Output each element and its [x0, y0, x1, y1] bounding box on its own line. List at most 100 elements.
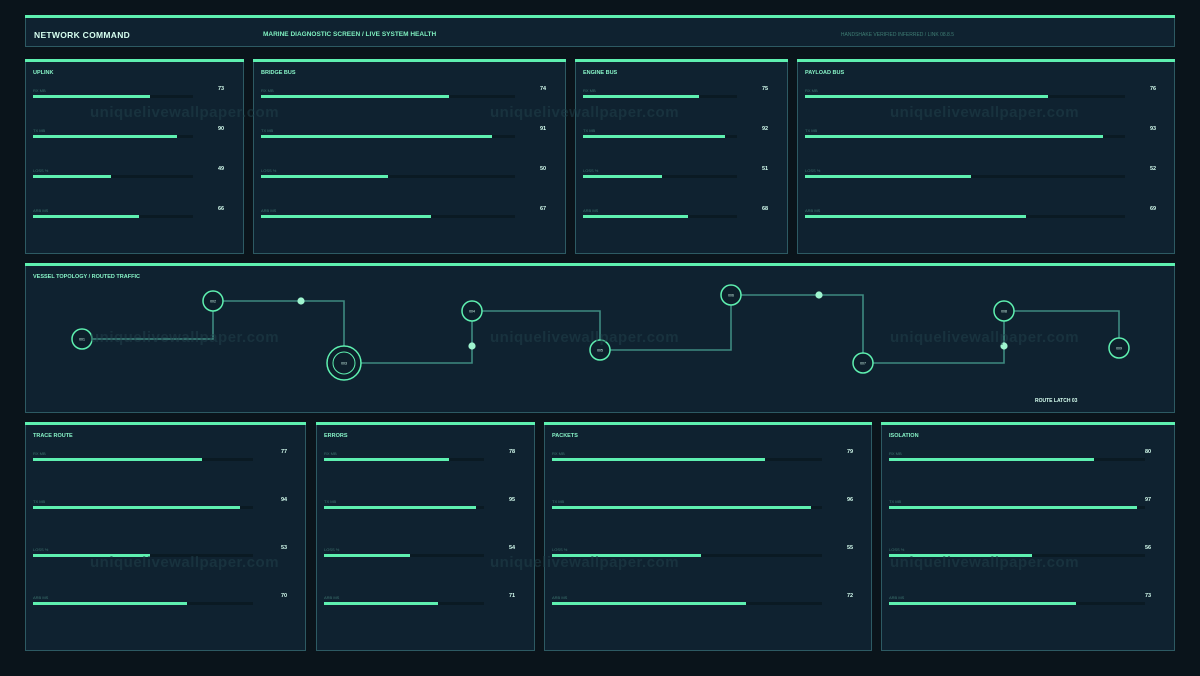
progress-fill — [583, 215, 688, 218]
metric-label: ARB MS — [33, 208, 49, 213]
progress-fill — [552, 602, 747, 605]
metric-value: 71 — [509, 593, 516, 599]
progress-fill — [805, 175, 972, 178]
metric-label: LOSS % — [33, 168, 49, 173]
metric-label: RX MB — [552, 451, 565, 456]
progress-track — [261, 95, 515, 98]
network-node[interactable]: 004 — [461, 300, 483, 322]
metric-value: 74 — [540, 86, 547, 92]
route-link — [731, 294, 864, 363]
network-node[interactable]: 003 — [326, 345, 362, 381]
metric-value: 50 — [540, 166, 547, 172]
metric-label: TX MB — [889, 499, 902, 504]
progress-fill — [805, 135, 1103, 138]
panel-bridge-bus: BRIDGE BUS RX MB 74 TX MB 91 LOSS % 50 ARB MS 67 — [253, 59, 566, 254]
progress-fill — [583, 135, 725, 138]
progress-fill — [261, 215, 432, 218]
progress-track — [324, 602, 484, 605]
node-label: 004 — [469, 310, 475, 314]
topology-panel: VESSEL TOPOLOGY / ROUTED TRAFFIC 001 002 0… — [25, 263, 1175, 413]
network-node[interactable]: 009 — [1108, 337, 1130, 359]
progress-fill — [889, 602, 1076, 605]
panel-title: BRIDGE BUS — [261, 70, 296, 76]
panel-title: ISOLATION — [889, 433, 919, 439]
network-node[interactable]: 005 — [589, 339, 611, 361]
progress-fill — [324, 554, 411, 557]
metric-label: RX MB — [805, 88, 818, 93]
metric-label: LOSS % — [583, 168, 599, 173]
progress-fill — [33, 95, 150, 98]
metric-value: 78 — [509, 449, 516, 455]
metric-value: 70 — [281, 593, 288, 599]
metric-value: 93 — [1150, 126, 1157, 132]
network-node[interactable]: 006 — [720, 284, 742, 306]
network-node[interactable]: 008 — [993, 300, 1015, 322]
progress-fill — [552, 554, 701, 557]
metric-label: ARB MS — [889, 595, 905, 600]
metric-value: 49 — [218, 166, 225, 172]
metric-value: 80 — [1145, 449, 1152, 455]
link-status-text: HANDSHAKE VERIFIED INFERRED / LINK 08.8.… — [840, 32, 954, 38]
progress-fill — [33, 215, 139, 218]
metric-value: 75 — [762, 86, 769, 92]
progress-track — [261, 215, 515, 218]
network-node[interactable]: 007 — [852, 352, 874, 374]
route-link — [472, 310, 601, 350]
progress-track — [33, 215, 193, 218]
progress-track — [552, 506, 822, 509]
metric-value: 97 — [1145, 497, 1152, 503]
progress-fill — [261, 95, 449, 98]
metric-value: 79 — [847, 449, 854, 455]
metric-value: 94 — [281, 497, 288, 503]
progress-track — [805, 175, 1125, 178]
panel-payload-bus: PAYLOAD BUS RX MB 76 TX MB 93 LOSS % 52 ARB MS 6… — [797, 59, 1175, 254]
progress-track — [805, 95, 1125, 98]
metric-label: LOSS % — [889, 547, 905, 552]
metric-label: TX MB — [33, 499, 46, 504]
progress-fill — [805, 215, 1026, 218]
progress-track — [805, 135, 1125, 138]
progress-track — [261, 175, 515, 178]
progress-track — [889, 602, 1145, 605]
network-node[interactable]: 001 — [71, 328, 93, 350]
metric-value: 54 — [509, 545, 516, 551]
progress-track — [583, 175, 737, 178]
metric-value: 73 — [1145, 593, 1152, 599]
metric-label: LOSS % — [324, 547, 340, 552]
progress-fill — [583, 175, 662, 178]
route-junction — [815, 291, 823, 299]
route-latch-label: ROUTE LATCH 03 — [1035, 398, 1078, 404]
progress-track — [324, 506, 484, 509]
progress-track — [33, 458, 253, 461]
progress-fill — [324, 506, 476, 509]
metric-label: RX MB — [889, 451, 902, 456]
network-node[interactable]: 002 — [202, 290, 224, 312]
metric-value: 72 — [847, 593, 854, 599]
panel-uplink: UPLINK RX MB 73 TX MB 90 LOSS % 49 ARB MS 66 — [25, 59, 244, 254]
progress-track — [33, 602, 253, 605]
panel-trace-route: TRACE ROUTE RX MB 77 TX MB 94 LOSS % 53 ARB MS 7… — [25, 422, 306, 651]
progress-fill — [889, 458, 1094, 461]
node-label: 003 — [341, 362, 347, 366]
metric-label: TX MB — [261, 128, 274, 133]
route-link — [82, 301, 214, 340]
header-bar: NETWORK COMMAND MARINE DIAGNOSTIC SCREEN… — [25, 15, 1175, 47]
route-link — [600, 295, 732, 351]
metric-label: TX MB — [552, 499, 565, 504]
progress-fill — [33, 458, 203, 461]
route-link — [863, 311, 1005, 364]
progress-fill — [324, 602, 438, 605]
metric-label: LOSS % — [261, 168, 277, 173]
metric-label: ARB MS — [805, 208, 821, 213]
progress-track — [324, 554, 484, 557]
panel-isolation: ISOLATION RX MB 80 TX MB 97 LOSS % 56 ARB MS 73 — [881, 422, 1175, 651]
route-link — [213, 300, 345, 363]
metric-label: TX MB — [33, 128, 46, 133]
metric-label: RX MB — [33, 88, 46, 93]
panel-errors: ERRORS RX MB 78 TX MB 95 LOSS % 54 ARB MS 71 — [316, 422, 535, 651]
panel-engine-bus: ENGINE BUS RX MB 75 TX MB 92 LOSS % 51 ARB MS 68 — [575, 59, 788, 254]
metric-value: 96 — [847, 497, 854, 503]
metric-value: 67 — [540, 206, 547, 212]
progress-fill — [33, 554, 150, 557]
panel-title: ERRORS — [324, 433, 348, 439]
